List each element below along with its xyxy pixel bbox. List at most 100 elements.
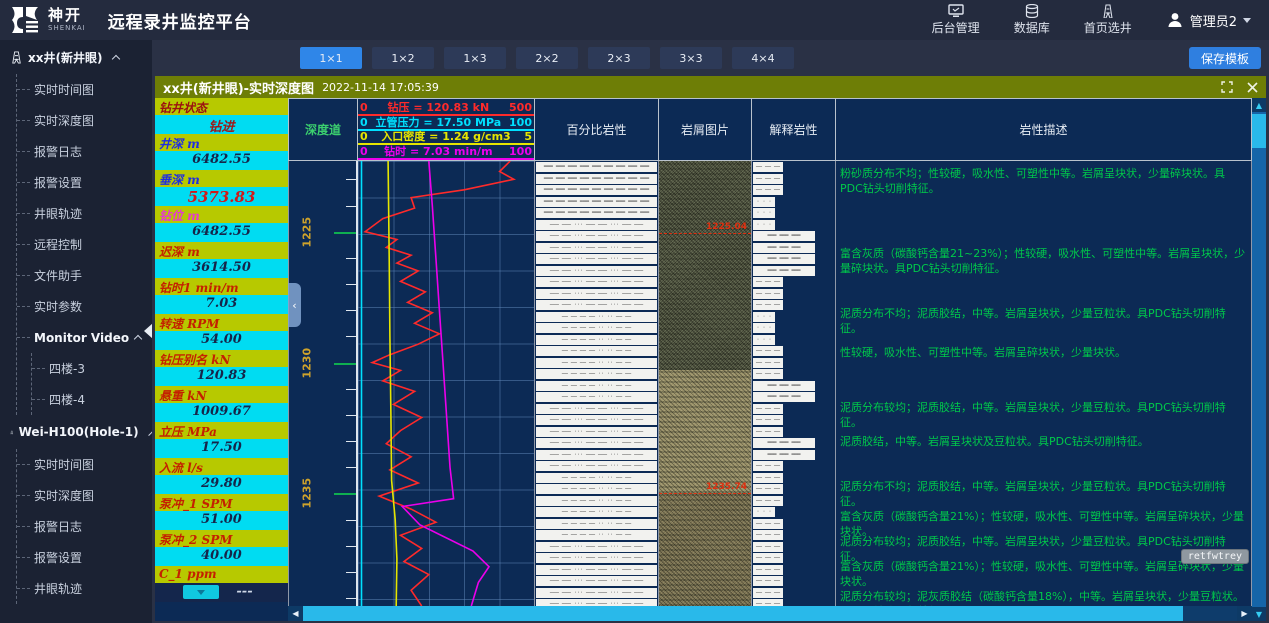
depth-minor-tick	[346, 441, 356, 442]
sidebar-item-四楼-3[interactable]: 四楼-3	[32, 353, 152, 384]
monitor-icon	[948, 4, 964, 18]
vertical-scrollbar[interactable]: ▲ ▼	[1252, 98, 1266, 621]
sidebar-item-报警设置[interactable]: 报警设置	[17, 167, 152, 198]
lithology-percent-row: ── ── ── ── ·· ·· ── ──	[536, 484, 657, 494]
panel-collapse-handle[interactable]: ‹	[288, 283, 301, 327]
sidebar-item-报警设置[interactable]: 报警设置	[17, 542, 152, 573]
horizontal-scroll-thumb[interactable]	[303, 606, 1183, 621]
sidebar-item-实时参数[interactable]: 实时参数	[17, 291, 152, 322]
parameter-value: 54.00	[155, 331, 288, 350]
main-area: 1×1 1×2 1×3 2×2 2×3 3×3 4×4 保存模板 xx井(新井眼)-实时深度…	[152, 40, 1269, 623]
depth-log-chart: 深度道0钻压 = 120.83 kN5000立管压力 = 17.50 MPa10…	[288, 98, 1266, 621]
curve-max: 500	[509, 102, 532, 114]
interpreted-lithology-box: ── ── ──	[753, 415, 783, 425]
sidebar-item-井眼轨迹[interactable]: 井眼轨迹	[17, 198, 152, 229]
parameter-value: ---	[155, 583, 288, 602]
layout-button-1×2[interactable]: 1×2	[372, 47, 434, 69]
interpreted-lithology-box: · · ·	[753, 323, 775, 333]
parameter-label: 悬重 kN	[155, 386, 288, 403]
layout-button-2×3[interactable]: 2×3	[588, 47, 650, 69]
lithology-description-text: 性较硬，吸水性、可塑性中等。岩屑呈碎块状，少量块状。	[840, 345, 1247, 360]
lithology-percent-row: ─── ─── ··· ─── ─── ··· ─── ───	[536, 404, 657, 414]
lithology-description-text: 泥质胶结，中等。岩屑呈块状及豆粒状。具PDC钻头切削特征。	[840, 434, 1247, 449]
horizontal-scrollbar[interactable]: ◀ ▶	[288, 606, 1252, 621]
layout-button-1×1[interactable]: 1×1	[300, 47, 362, 69]
layout-button-3×3[interactable]: 3×3	[660, 47, 722, 69]
sidebar-item-实时时间图[interactable]: 实时时间图	[17, 449, 152, 480]
curve-label: 立管压力 = 17.50 MPa	[368, 117, 509, 129]
nav-home-well-select[interactable]: 首页选井	[1084, 4, 1132, 36]
lithology-percent-row: ─── ─── ··· ─── ─── ··· ─── ───	[536, 588, 657, 598]
curve-legend-line: 0入口密度 = 1.24 g/cm35	[358, 131, 534, 146]
lithology-description-text: 泥质分布较均；泥灰质胶结（碳酸钙含量18%），中等。岩屑呈块状，少量豆粒状。具P…	[840, 589, 1247, 606]
user-menu[interactable]: 管理员2	[1166, 11, 1251, 30]
scroll-down-button[interactable]: ▼	[1252, 607, 1266, 621]
sidebar-item-文件助手[interactable]: 文件助手	[17, 260, 152, 291]
depth-minor-tick	[346, 284, 356, 285]
depth-track: 122512301235	[288, 161, 358, 606]
close-icon[interactable]	[1247, 82, 1258, 93]
lithology-percent-row: ── ── ── ── ·· ·· ── ──	[536, 473, 657, 483]
sidebar-item-实时深度图[interactable]: 实时深度图	[17, 105, 152, 136]
derrick-icon	[10, 50, 23, 65]
parameter-label: 泵冲_2 SPM	[155, 530, 288, 547]
curve-max: 100	[509, 117, 532, 129]
parameter-钻位 m: 钻位 m6482.55	[155, 206, 288, 242]
chevron-down-icon	[1243, 18, 1251, 23]
layout-button-4×4[interactable]: 4×4	[732, 47, 794, 69]
sidebar-item-monitor-video[interactable]: Monitor Video	[17, 322, 152, 353]
lithology-percent-row: ── ── ── ── ·· ·· ── ──	[536, 369, 657, 379]
sidebar-item-label: 四楼-3	[49, 360, 85, 377]
interpreted-lithology-box: ── ── ──	[753, 289, 783, 299]
sidebar-well-node[interactable]: Wei-H100(Hole-1)	[0, 415, 152, 449]
layout-button-2×2[interactable]: 2×2	[516, 47, 578, 69]
parameter-dropdown-button[interactable]	[183, 585, 219, 599]
lithology-percent-row: ─── ─── ··· ─── ─── ··· ─── ───	[536, 576, 657, 586]
depth-tick-label: 1225	[301, 217, 314, 247]
lithology-percent-row: ─── ─── ··· ─── ─── ··· ─── ───	[536, 254, 657, 264]
sidebar-item-远程控制[interactable]: 远程控制	[17, 229, 152, 260]
widget-titlebar: xx井(新井眼)-实时深度图 2022-11-14 17:05:39	[155, 76, 1266, 98]
sidebar-item-label: 实时深度图	[34, 112, 94, 129]
parameter-label: 钻压别名 kN	[155, 350, 288, 367]
interpreted-lithology-box: ── ── ──	[753, 277, 783, 287]
sidebar-item-报警日志[interactable]: 报警日志	[17, 511, 152, 542]
scroll-up-button[interactable]: ▲	[1252, 98, 1266, 112]
sidebar-collapse-arrow[interactable]	[144, 323, 152, 339]
well-children: 实时时间图实时深度图报警日志报警设置井眼轨迹	[16, 449, 152, 604]
parameter-钻井状态: 钻井状态钻进	[155, 98, 288, 134]
sidebar-well-node[interactable]: xx井(新井眼)	[0, 40, 152, 74]
sidebar-item-label: 井眼轨迹	[34, 580, 82, 597]
well-children: 实时时间图实时深度图报警日志报警设置井眼轨迹远程控制文件助手实时参数Monito…	[16, 74, 152, 415]
sidebar-item-label: 报警设置	[34, 174, 82, 191]
depth-minor-tick	[346, 389, 356, 390]
lithology-percent-row: ─── ─── ··· ─── ─── ··· ─── ───	[536, 461, 657, 471]
expand-icon[interactable]	[1221, 81, 1233, 93]
sidebar-item-实时时间图[interactable]: 实时时间图	[17, 74, 152, 105]
depth-major-tick	[334, 363, 356, 365]
percent-lithology-track: ═══ ═══ ═══ ═══ ═══ ═══ ═══ ═══ ══════ ═…	[535, 161, 659, 606]
lithology-percent-row: ── ── ── ── ·· ·· ── ──	[536, 381, 657, 391]
nav-database[interactable]: 数据库	[1014, 4, 1050, 36]
save-template-button[interactable]: 保存模板	[1189, 47, 1261, 69]
sidebar-item-实时深度图[interactable]: 实时深度图	[17, 480, 152, 511]
lithology-description-text: 粉砂质分布不均；性较硬，吸水性、可塑性中等。岩屑呈块状，少量碎块状。具PDC钻头…	[840, 166, 1247, 196]
lithology-description-track: 粉砂质分布不均；性较硬，吸水性、可塑性中等。岩屑呈块状，少量碎块状。具PDC钻头…	[836, 161, 1252, 606]
vertical-scroll-thumb[interactable]	[1252, 114, 1266, 148]
parameter-value: 40.00	[155, 547, 288, 566]
parameter-井深 m: 井深 m6482.55	[155, 134, 288, 170]
depth-minor-tick	[346, 520, 356, 521]
sidebar-item-四楼-4[interactable]: 四楼-4	[32, 384, 152, 415]
scroll-right-button[interactable]: ▶	[1237, 606, 1252, 621]
realtime-parameter-panel: 钻井状态钻进井深 m6482.55垂深 m5373.83钻位 m6482.55迟…	[155, 98, 288, 621]
column-header-photos: 岩屑图片	[659, 98, 752, 161]
sidebar-item-报警日志[interactable]: 报警日志	[17, 136, 152, 167]
scroll-left-button[interactable]: ◀	[288, 606, 303, 621]
layout-button-1×3[interactable]: 1×3	[444, 47, 506, 69]
nav-backend-admin[interactable]: 后台管理	[932, 4, 980, 36]
sidebar-item-井眼轨迹[interactable]: 井眼轨迹	[17, 573, 152, 604]
page-title: 远程录井监控平台	[108, 8, 252, 33]
curve-legend-line: 0立管压力 = 17.50 MPa100	[358, 116, 534, 131]
parameter-悬重 kN: 悬重 kN1009.67	[155, 386, 288, 422]
curve-min: 0	[360, 117, 368, 129]
